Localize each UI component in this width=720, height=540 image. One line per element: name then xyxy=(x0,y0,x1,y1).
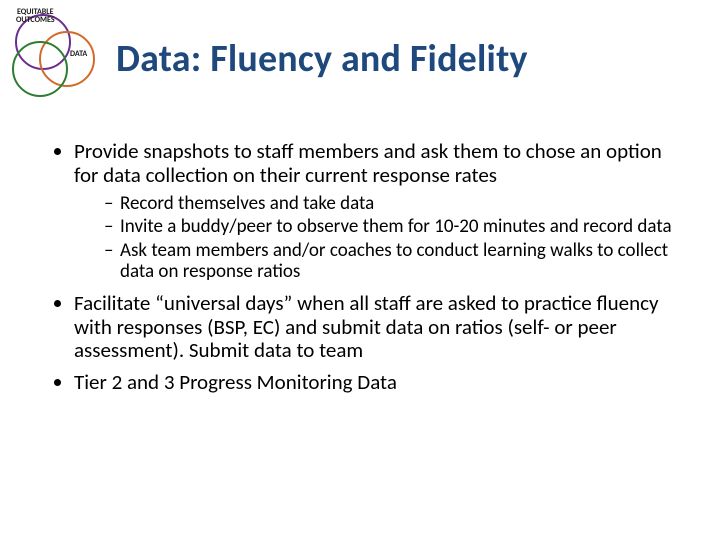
sub-bullet-text: Invite a buddy/peer to observe them for … xyxy=(120,215,672,238)
sub-bullet-text: Record themselves and take data xyxy=(120,192,374,215)
slide-body: Provide snapshots to staff members and a… xyxy=(52,140,680,402)
venn-diagram-icon: EQUITABLE OUTCOMES DATA xyxy=(6,6,106,106)
bullet-text: Provide snapshots to staff members and a… xyxy=(74,138,662,188)
venn-label-data: DATA xyxy=(70,50,87,58)
sub-bullet-text: Ask team members and/or coaches to condu… xyxy=(120,239,668,283)
slide-title: Data: Fluency and Fidelity xyxy=(116,36,528,82)
bullet-text: Facilitate “universal days” when all sta… xyxy=(74,290,658,363)
bullet-item: Facilitate “universal days” when all sta… xyxy=(74,292,680,363)
sub-bullet-item: Invite a buddy/peer to observe them for … xyxy=(104,216,680,237)
slide: EQUITABLE OUTCOMES DATA Data: Fluency an… xyxy=(0,0,720,540)
bullet-list: Provide snapshots to staff members and a… xyxy=(52,140,680,394)
bullet-item: Tier 2 and 3 Progress Monitoring Data xyxy=(74,371,680,395)
venn-label-equitable: EQUITABLE OUTCOMES xyxy=(16,8,55,24)
bullet-text: Tier 2 and 3 Progress Monitoring Data xyxy=(74,369,397,395)
sub-bullet-item: Record themselves and take data xyxy=(104,193,680,214)
sub-bullet-list: Record themselves and take data Invite a… xyxy=(74,193,680,282)
bullet-item: Provide snapshots to staff members and a… xyxy=(74,140,680,282)
sub-bullet-item: Ask team members and/or coaches to condu… xyxy=(104,240,680,283)
